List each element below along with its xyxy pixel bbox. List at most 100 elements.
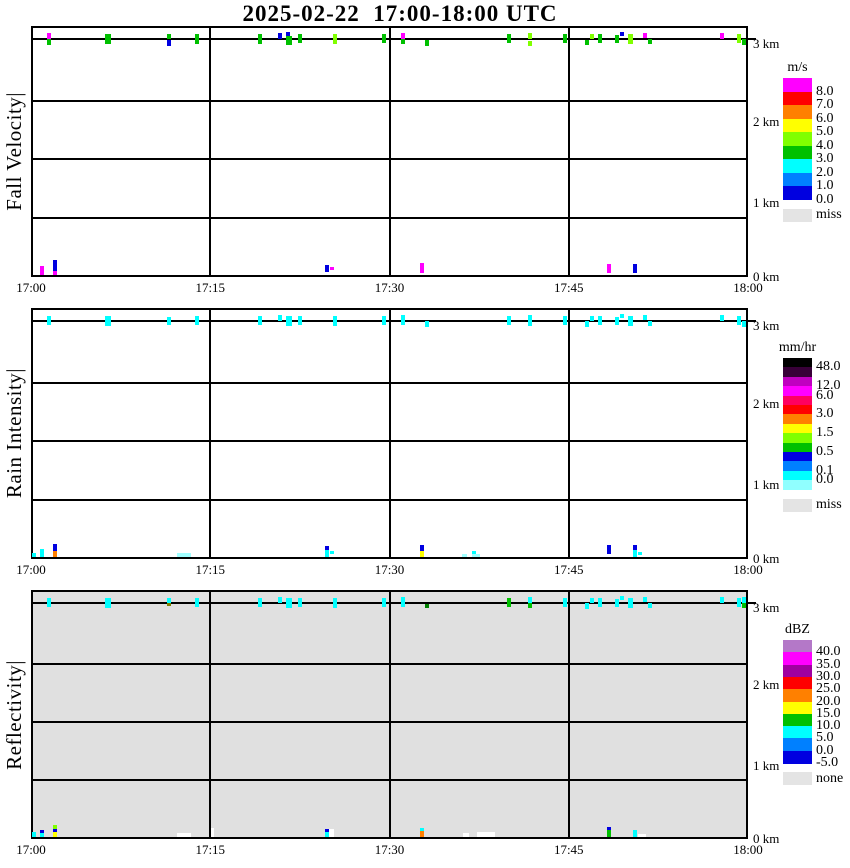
- data-mark: [401, 597, 405, 607]
- x-tick-label: 17:45: [553, 280, 584, 295]
- colorbar-segment: [783, 480, 812, 491]
- x-tick-label: 18:00: [733, 562, 763, 577]
- y-tick-label: 3 km: [753, 36, 780, 52]
- x-tick-label: 17:15: [195, 562, 226, 577]
- data-mark: [585, 40, 589, 45]
- data-mark: [333, 34, 337, 44]
- data-mark: [462, 554, 467, 557]
- data-mark: [643, 315, 647, 320]
- data-mark: [278, 315, 282, 321]
- data-mark: [286, 598, 292, 608]
- colorbar-segment: [783, 172, 812, 187]
- vertical-gridline: [567, 590, 570, 839]
- data-mark: [298, 34, 302, 43]
- panel-ylabel-reflectivity: Reflectivity|: [1, 590, 27, 839]
- data-mark: [40, 549, 44, 557]
- x-tick-label: 17:30: [374, 842, 405, 857]
- data-mark: [598, 316, 602, 325]
- x-tick-label: 18:00: [733, 842, 763, 857]
- data-mark: [720, 33, 724, 39]
- colorbar-segment-label: 0.0: [816, 191, 834, 207]
- data-mark: [325, 265, 329, 272]
- colorbar-segment: [783, 713, 812, 727]
- horizontal-gridline: [31, 440, 748, 443]
- x-tick-label: 17:30: [374, 562, 405, 577]
- data-mark: [195, 316, 199, 325]
- panel-ylabel-fall-velocity: Fall Velocity|: [1, 26, 27, 277]
- data-mark: [298, 316, 302, 325]
- data-mark: [648, 603, 652, 608]
- data-mark: [615, 317, 619, 325]
- data-mark: [420, 551, 424, 557]
- vertical-gridline: [567, 308, 570, 559]
- data-mark: [105, 598, 111, 608]
- data-mark: [742, 321, 746, 327]
- data-mark: [105, 316, 111, 326]
- data-mark: [53, 544, 57, 551]
- data-mark: [177, 833, 191, 837]
- chart-title: 2025-02-22 17:00-18:00 UTC: [242, 1, 558, 26]
- colorbar-segment: [783, 689, 812, 703]
- data-mark: [590, 34, 594, 39]
- data-mark: [720, 597, 724, 603]
- y-tick-label: 2 km: [753, 113, 780, 129]
- data-mark: [40, 266, 44, 275]
- data-mark: [528, 33, 532, 39]
- data-mark: [477, 832, 495, 837]
- y-tick-label: 2 km: [753, 395, 780, 411]
- data-mark: [167, 34, 171, 39]
- x-tick-label: 17:15: [195, 842, 226, 857]
- y-tick-label: 3 km: [753, 599, 780, 615]
- data-mark: [53, 832, 57, 837]
- horizontal-gridline: [31, 382, 748, 385]
- data-mark: [420, 831, 424, 837]
- data-mark: [286, 316, 292, 326]
- vertical-gridline: [388, 26, 391, 277]
- data-mark: [298, 598, 302, 607]
- colorbar-segment-label: -5.0: [816, 755, 839, 770]
- data-mark: [620, 596, 624, 600]
- data-mark: [720, 315, 724, 321]
- data-mark: [325, 550, 329, 557]
- colorbar-segment: [783, 738, 812, 752]
- vertical-gridline: [388, 590, 391, 839]
- data-mark: [643, 33, 647, 38]
- data-mark: [620, 314, 624, 318]
- colorbar-segment-label: 3.0: [816, 406, 834, 422]
- data-mark: [620, 32, 624, 36]
- colorbar-miss-label: none: [816, 770, 844, 786]
- data-mark: [585, 321, 589, 327]
- data-mark: [528, 41, 532, 46]
- data-mark: [105, 34, 111, 44]
- data-mark: [47, 39, 51, 45]
- data-mark: [737, 316, 741, 325]
- data-mark: [737, 34, 741, 43]
- horizontal-gridline: [31, 217, 748, 219]
- panel-ylabel-text: Reflectivity|: [1, 659, 26, 770]
- data-mark: [401, 39, 405, 44]
- x-tick-label: 17:30: [374, 280, 405, 295]
- data-mark: [382, 316, 386, 325]
- data-mark: [607, 264, 611, 273]
- horizontal-gridline: [31, 779, 748, 782]
- data-mark: [278, 33, 282, 39]
- data-mark: [330, 551, 334, 554]
- data-mark: [528, 603, 532, 608]
- colorbar-segment: [783, 91, 812, 106]
- data-mark: [590, 598, 594, 603]
- data-mark: [382, 34, 386, 43]
- panel-ylabel-text: Rain Intensity|: [1, 368, 26, 499]
- colorbar-segment: [783, 652, 812, 666]
- colorbar-segment-label: 1.5: [816, 425, 834, 441]
- time-height-chart: 2025-02-22 17:00-18:00 UTC 3 km 2 km 1 km 0…: [0, 0, 850, 868]
- colorbar-segment: [783, 132, 812, 147]
- data-mark: [32, 832, 36, 837]
- colorbar-title: m/s: [787, 60, 808, 75]
- colorbar-segment: [783, 105, 812, 120]
- colorbar-segment: [783, 676, 812, 690]
- data-mark: [648, 321, 652, 326]
- data-mark: [53, 260, 57, 271]
- data-mark: [638, 552, 642, 555]
- colorbar-segment: [783, 726, 812, 739]
- data-mark: [607, 830, 611, 837]
